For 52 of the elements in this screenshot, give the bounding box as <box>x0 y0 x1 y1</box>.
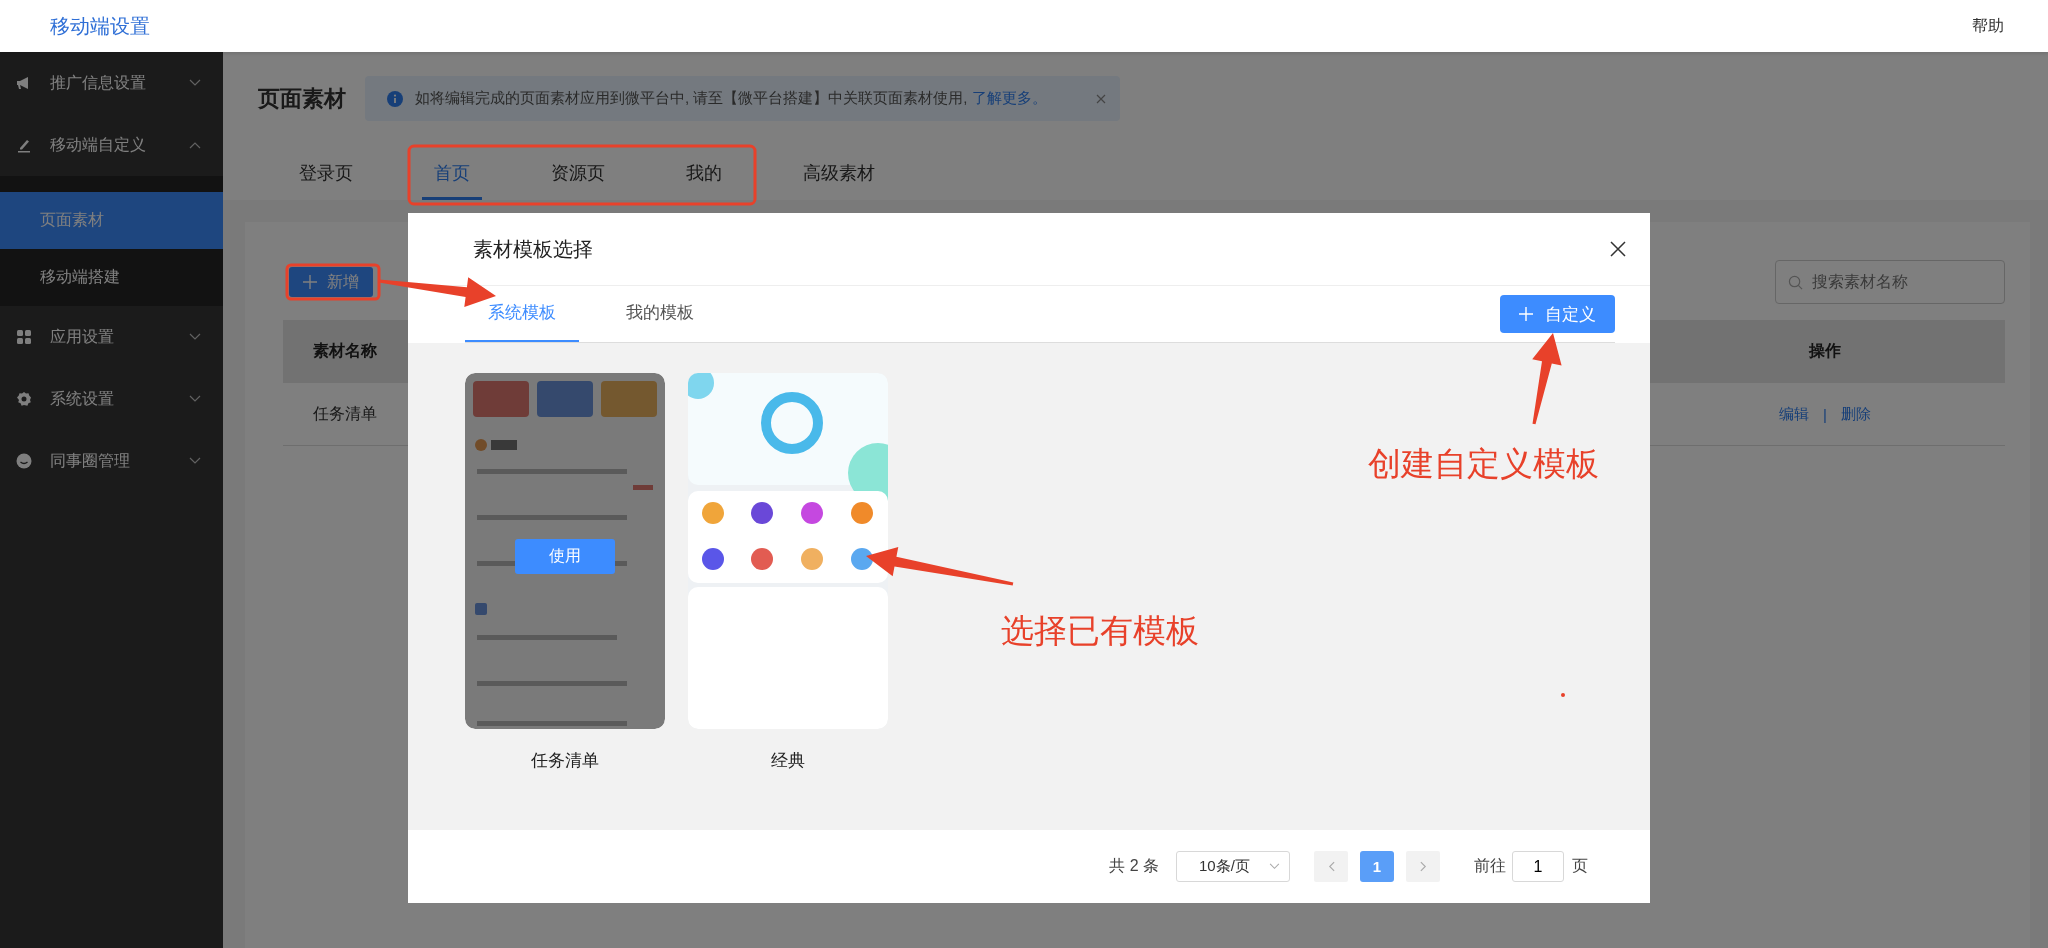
tab[interactable]: 我的 <box>674 148 734 200</box>
page-suffix: 页 <box>1572 856 1588 876</box>
column-header: 素材名称 <box>312 341 378 361</box>
dot-mark <box>1561 693 1565 697</box>
action-link[interactable]: 删除 <box>1840 404 1871 424</box>
app-title: 移动端设置 <box>50 13 150 39</box>
table-cell-text: 任务清单 <box>312 403 378 424</box>
chevron-down-icon <box>1269 863 1280 870</box>
annotation-text: 选择已有模板 <box>1001 611 1199 651</box>
help-link[interactable]: 帮助 <box>1972 15 2004 37</box>
menu-item[interactable]: 应用设置 <box>0 306 223 368</box>
goto-label: 前往 <box>1474 856 1506 876</box>
custom-button[interactable]: 自定义 <box>1500 295 1615 333</box>
add-button[interactable]: 新增 <box>289 267 373 297</box>
chevron-right-icon <box>1419 861 1427 872</box>
tab[interactable]: 资源页 <box>539 148 617 200</box>
menu-item[interactable]: 系统设置 <box>0 368 223 430</box>
chevron-left-icon <box>1327 861 1335 872</box>
total-count: 共 2 条 <box>1109 856 1159 876</box>
search-icon <box>1788 275 1803 290</box>
page-number[interactable]: 1 <box>1360 851 1394 882</box>
template-name: 经典 <box>771 750 805 772</box>
tab[interactable]: 登录页 <box>287 148 365 200</box>
pencil-icon <box>16 137 32 153</box>
page-input[interactable]: 1 <box>1512 851 1564 882</box>
grid-icon <box>16 329 32 345</box>
separator: | <box>1823 405 1827 423</box>
dialog-title: 素材模板选择 <box>473 236 593 262</box>
smile-icon <box>16 453 32 469</box>
plus-icon <box>303 275 317 289</box>
close-icon[interactable] <box>1610 241 1626 257</box>
page-title: 页面素材 <box>258 84 346 113</box>
action-link[interactable]: 编辑 <box>1779 404 1810 424</box>
menu-item[interactable]: 移动端自定义 <box>0 114 223 176</box>
learn-more-link[interactable]: 了解更多。 <box>971 89 1047 106</box>
submenu-item[interactable]: 页面素材 <box>0 192 223 249</box>
menu-item[interactable]: 推广信息设置 <box>0 52 223 114</box>
menu-item[interactable]: 同事圈管理 <box>0 430 223 492</box>
annotation-text: 创建自定义模板 <box>1368 444 1599 484</box>
alert-text: 如将编辑完成的页面素材应用到微平台中, 请至【微平台搭建】中关联页面素材使用, 了解更多。 <box>415 89 1048 108</box>
gear-icon <box>16 391 32 407</box>
page-size-select[interactable]: 10条/页 <box>1176 851 1290 882</box>
search-field[interactable]: 搜索素材名称 <box>1775 260 2005 304</box>
plus-icon <box>1519 307 1533 321</box>
tab[interactable]: 高级素材 <box>791 148 887 200</box>
column-header: 操作 <box>1807 341 1842 361</box>
submenu-item[interactable]: 移动端搭建 <box>0 249 223 306</box>
info-icon <box>387 90 403 107</box>
template-name: 任务清单 <box>531 750 599 772</box>
tab[interactable]: 首页 <box>422 148 482 200</box>
use-button[interactable]: 使用 <box>515 539 615 574</box>
tab[interactable]: 我的模板 <box>603 286 717 342</box>
